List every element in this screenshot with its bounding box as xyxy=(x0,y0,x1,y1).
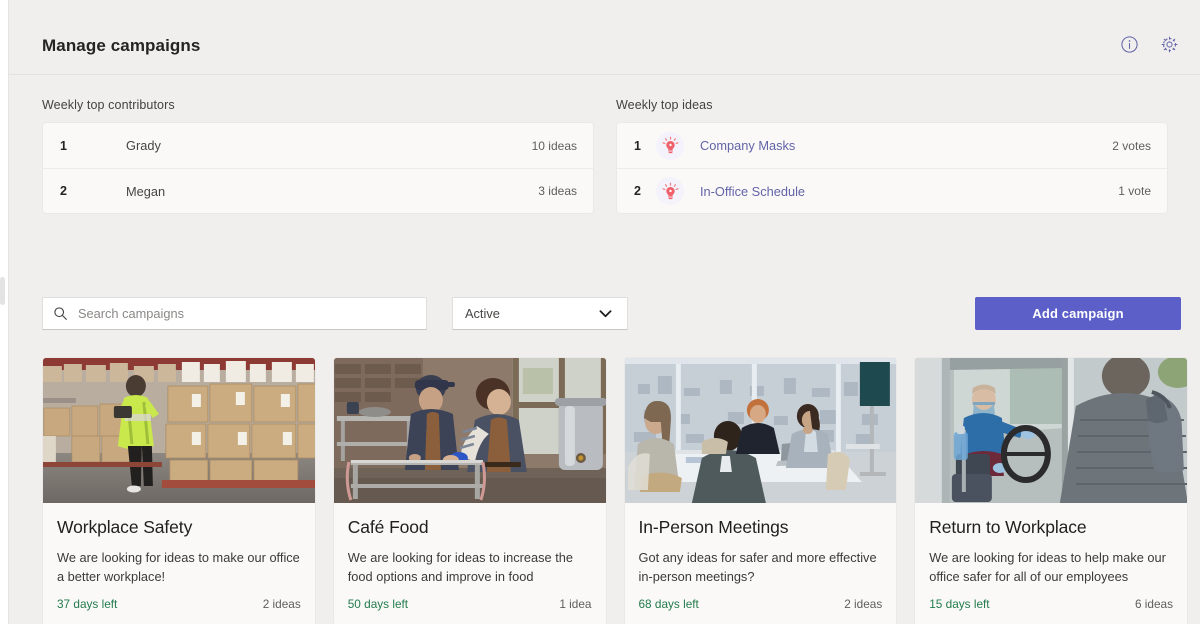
scrollbar-thumb[interactable] xyxy=(0,277,5,305)
list-item[interactable]: 1 Grady 10 ideas xyxy=(43,123,593,168)
campaign-description: We are looking for ideas to make our off… xyxy=(57,548,301,586)
campaign-description: We are looking for ideas to help make ou… xyxy=(929,548,1173,586)
ideas-list: 1 xyxy=(616,122,1168,214)
campaign-body: Café Food We are looking for ideas to in… xyxy=(334,503,606,586)
list-item[interactable]: 2 Megan 3 ideas xyxy=(43,168,593,213)
days-left-label: 50 days left xyxy=(348,597,408,611)
idea-votes: 2 votes xyxy=(1112,139,1151,153)
contributor-name: Grady xyxy=(126,138,520,153)
search-campaigns-box[interactable] xyxy=(42,297,427,330)
campaign-description: Got any ideas for safer and more effecti… xyxy=(639,548,883,586)
campaign-card[interactable]: Workplace Safety We are looking for idea… xyxy=(42,357,316,624)
content-panel: Manage campaigns xyxy=(8,0,1200,624)
lightbulb-icon xyxy=(656,177,700,205)
contributors-list: 1 Grady 10 ideas 2 Megan 3 ideas xyxy=(42,122,594,214)
weekly-summary: Weekly top contributors 1 Grady 10 ideas… xyxy=(9,75,1200,214)
ideas-heading: Weekly top ideas xyxy=(616,98,1168,112)
idea-votes: 1 vote xyxy=(1118,184,1151,198)
campaign-meta: 15 days left 6 ideas xyxy=(915,586,1187,624)
days-left-label: 15 days left xyxy=(929,597,989,611)
page-header: Manage campaigns xyxy=(9,0,1200,75)
chevron-down-icon xyxy=(597,305,614,322)
info-icon[interactable] xyxy=(1118,33,1140,55)
rank: 2 xyxy=(634,184,656,198)
campaign-body: In-Person Meetings Got any ideas for saf… xyxy=(625,503,897,586)
idea-count-label: 1 idea xyxy=(559,597,591,611)
campaign-meta: 50 days left 1 idea xyxy=(334,586,606,624)
contributor-count: 3 ideas xyxy=(538,184,577,198)
contributor-name: Megan xyxy=(126,184,526,199)
idea-title-link[interactable]: In-Office Schedule xyxy=(700,184,1106,199)
campaign-meta: 68 days left 2 ideas xyxy=(625,586,897,624)
campaign-card[interactable]: Return to Workplace We are looking for i… xyxy=(914,357,1188,624)
weekly-top-contributors: Weekly top contributors 1 Grady 10 ideas… xyxy=(42,98,594,214)
campaign-card-grid: Workplace Safety We are looking for idea… xyxy=(42,357,1188,624)
campaign-title: Workplace Safety xyxy=(57,517,301,538)
rank: 2 xyxy=(60,184,126,198)
campaign-body: Return to Workplace We are looking for i… xyxy=(915,503,1187,586)
campaign-card[interactable]: In-Person Meetings Got any ideas for saf… xyxy=(624,357,898,624)
header-actions xyxy=(1118,33,1180,55)
add-campaign-button[interactable]: Add campaign xyxy=(975,297,1181,330)
weekly-top-ideas: Weekly top ideas 1 xyxy=(616,98,1168,214)
idea-count-label: 6 ideas xyxy=(1135,597,1173,611)
page-title: Manage campaigns xyxy=(42,36,200,56)
gear-icon[interactable] xyxy=(1158,33,1180,55)
campaign-description: We are looking for ideas to increase the… xyxy=(348,548,592,586)
search-icon xyxy=(53,306,71,321)
days-left-label: 37 days left xyxy=(57,597,117,611)
campaign-title: Café Food xyxy=(348,517,592,538)
search-input[interactable] xyxy=(71,306,416,321)
list-item[interactable]: 1 xyxy=(617,123,1167,168)
campaign-body: Workplace Safety We are looking for idea… xyxy=(43,503,315,586)
campaign-meta: 37 days left 2 ideas xyxy=(43,586,315,624)
campaign-title: Return to Workplace xyxy=(929,517,1173,538)
idea-count-label: 2 ideas xyxy=(844,597,882,611)
contributors-heading: Weekly top contributors xyxy=(42,98,594,112)
idea-count-label: 2 ideas xyxy=(263,597,301,611)
campaign-card[interactable]: Café Food We are looking for ideas to in… xyxy=(333,357,607,624)
status-filter-value: Active xyxy=(465,306,500,321)
rank: 1 xyxy=(634,139,656,153)
status-filter-dropdown[interactable]: Active xyxy=(452,297,628,330)
manage-campaigns-page: Manage campaigns xyxy=(0,0,1200,624)
campaign-title: In-Person Meetings xyxy=(639,517,883,538)
campaigns-toolbar: Active Add campaign xyxy=(9,297,1200,331)
idea-title-link[interactable]: Company Masks xyxy=(700,138,1100,153)
contributor-count: 10 ideas xyxy=(532,139,577,153)
list-item[interactable]: 2 xyxy=(617,168,1167,213)
days-left-label: 68 days left xyxy=(639,597,699,611)
bus-driver-photo xyxy=(915,358,1187,503)
cafe-staff-photo xyxy=(334,358,606,503)
lightbulb-icon xyxy=(656,132,700,160)
office-meeting-photo xyxy=(625,358,897,503)
rank: 1 xyxy=(60,139,126,153)
left-scroll-rail xyxy=(0,0,8,624)
warehouse-worker-photo xyxy=(43,358,315,503)
